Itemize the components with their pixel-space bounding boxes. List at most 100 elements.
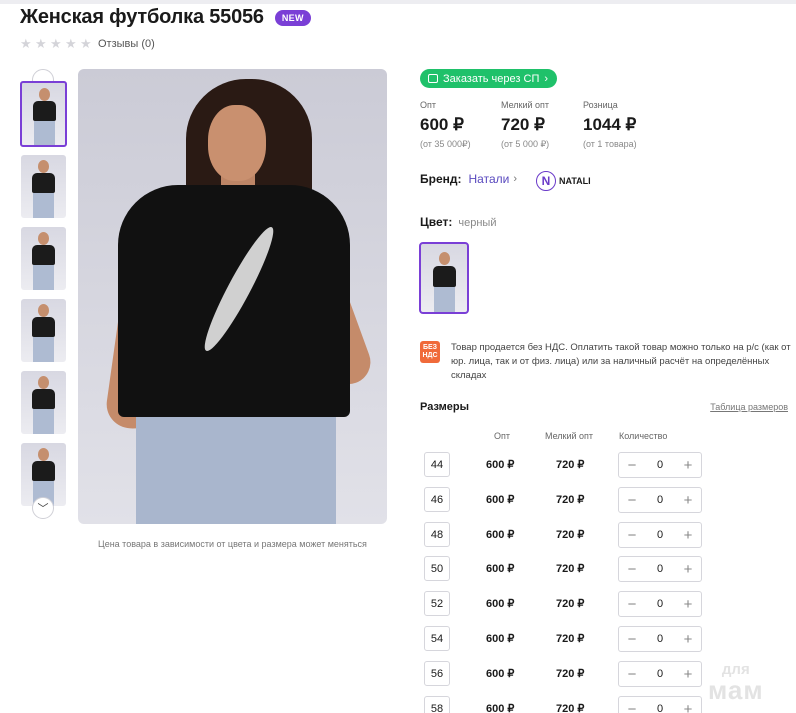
price-small-opt: Мелкий опт 720 ₽ (от 5 000 ₽) <box>501 100 549 150</box>
size-row: 50 600 ₽ 720 ₽ − 0 + <box>424 556 702 584</box>
plus-icon[interactable]: + <box>681 561 695 578</box>
quantity-value[interactable]: 0 <box>657 598 663 610</box>
price-condition: (от 35 000₽) <box>420 139 471 149</box>
color-row: Цвет: черный <box>420 215 496 229</box>
size-value[interactable]: 56 <box>424 661 450 686</box>
order-via-sp-button[interactable]: Заказать через СП › <box>420 69 558 88</box>
star-icon: ★ <box>65 36 77 51</box>
vat-notice: БЕЗ НДС Товар продается без НДС. Оплатит… <box>420 341 791 383</box>
color-label: Цвет: <box>420 215 453 229</box>
quantity-stepper: − 0 + <box>618 487 702 513</box>
minus-icon[interactable]: − <box>625 527 639 544</box>
main-product-photo[interactable] <box>78 69 387 524</box>
minus-icon[interactable]: − <box>625 596 639 613</box>
top-divider <box>0 0 796 4</box>
size-price-small-opt: 720 ₽ <box>556 529 585 541</box>
quantity-value[interactable]: 0 <box>657 529 663 541</box>
plus-icon[interactable]: + <box>681 596 695 613</box>
thumbnail-5[interactable] <box>21 371 66 434</box>
rating-row[interactable]: ★ ★ ★ ★ ★ Отзывы (0) <box>20 37 155 50</box>
vat-text: Товар продается без НДС. Оплатить такой … <box>451 342 791 381</box>
sizes-title: Размеры <box>420 401 470 413</box>
quantity-value[interactable]: 0 <box>657 703 663 713</box>
quantity-stepper: − 0 + <box>618 591 702 617</box>
quantity-value[interactable]: 0 <box>657 563 663 575</box>
size-row: 44 600 ₽ 720 ₽ − 0 + <box>424 452 702 480</box>
price-label: Розница <box>583 100 618 110</box>
thumbnail-3[interactable] <box>21 227 66 290</box>
thumbnail-4[interactable] <box>21 299 66 362</box>
quantity-stepper: − 0 + <box>618 556 702 582</box>
size-row: 48 600 ₽ 720 ₽ − 0 + <box>424 522 702 550</box>
size-value[interactable]: 54 <box>424 626 450 651</box>
size-chart-link[interactable]: Таблица размеров <box>710 402 788 412</box>
size-price-small-opt: 720 ₽ <box>556 459 585 471</box>
thumbnail-2[interactable] <box>21 155 66 218</box>
chevron-right-icon: › <box>544 72 549 85</box>
quantity-stepper: − 0 + <box>618 452 702 478</box>
price-condition: (от 5 000 ₽) <box>501 139 550 149</box>
minus-icon[interactable]: − <box>625 666 639 683</box>
size-price-opt: 600 ₽ <box>486 668 515 680</box>
brand-row: Бренд: Натали › <box>420 172 517 186</box>
size-value[interactable]: 58 <box>424 696 450 713</box>
size-price-opt: 600 ₽ <box>486 459 515 471</box>
quantity-stepper: − 0 + <box>618 696 702 713</box>
plus-icon[interactable]: + <box>681 457 695 474</box>
quantity-value[interactable]: 0 <box>657 494 663 506</box>
column-header-quantity: Количество <box>619 431 668 441</box>
size-price-opt: 600 ₽ <box>486 703 515 713</box>
size-value[interactable]: 46 <box>424 487 450 512</box>
brand-logo-icon: N <box>536 171 556 191</box>
brand-logo[interactable]: N NATALI <box>536 171 591 191</box>
size-value[interactable]: 50 <box>424 556 450 581</box>
star-icon: ★ <box>35 36 47 51</box>
plus-icon[interactable]: + <box>681 527 695 544</box>
size-value[interactable]: 44 <box>424 452 450 477</box>
color-value: черный <box>458 217 497 229</box>
thumbs-down-button[interactable]: ﹀ <box>32 497 54 519</box>
minus-icon[interactable]: − <box>625 701 639 713</box>
price-label: Опт <box>420 100 436 110</box>
chevron-right-icon: › <box>513 173 517 185</box>
size-price-opt: 600 ₽ <box>486 529 515 541</box>
quantity-value[interactable]: 0 <box>657 668 663 680</box>
quantity-value[interactable]: 0 <box>657 459 663 471</box>
brand-link[interactable]: Натали <box>469 172 510 186</box>
plus-icon[interactable]: + <box>681 666 695 683</box>
color-swatch-black[interactable] <box>419 242 469 314</box>
size-row: 58 600 ₽ 720 ₽ − 0 + <box>424 696 702 713</box>
minus-icon[interactable]: − <box>625 561 639 578</box>
price-value: 1044 ₽ <box>583 115 637 134</box>
minus-icon[interactable]: − <box>625 457 639 474</box>
size-price-opt: 600 ₽ <box>486 563 515 575</box>
plus-icon[interactable]: + <box>681 701 695 713</box>
minus-icon[interactable]: − <box>625 492 639 509</box>
minus-icon[interactable]: − <box>625 631 639 648</box>
plus-icon[interactable]: + <box>681 631 695 648</box>
size-price-small-opt: 720 ₽ <box>556 563 585 575</box>
column-header-opt: Опт <box>494 431 510 441</box>
brand-logo-text: NATALI <box>559 176 591 186</box>
size-row: 46 600 ₽ 720 ₽ − 0 + <box>424 487 702 515</box>
order-button-label: Заказать через СП <box>443 72 540 85</box>
product-title: Женская футболка 55056 <box>20 6 264 28</box>
quantity-value[interactable]: 0 <box>657 633 663 645</box>
size-price-small-opt: 720 ₽ <box>556 668 585 680</box>
chevron-down-icon: ﹀ <box>37 503 49 515</box>
size-price-small-opt: 720 ₽ <box>556 494 585 506</box>
star-icon: ★ <box>20 36 32 51</box>
size-price-opt: 600 ₽ <box>486 633 515 645</box>
thumbnail-1[interactable] <box>20 81 67 147</box>
size-price-small-opt: 720 ₽ <box>556 703 585 713</box>
size-price-opt: 600 ₽ <box>486 598 515 610</box>
price-condition: (от 1 товара) <box>583 139 637 149</box>
title-row: Женская футболка 55056 NEW <box>20 6 311 29</box>
size-row: 54 600 ₽ 720 ₽ − 0 + <box>424 626 702 654</box>
size-value[interactable]: 52 <box>424 591 450 616</box>
reviews-link[interactable]: Отзывы (0) <box>98 38 155 50</box>
size-value[interactable]: 48 <box>424 522 450 547</box>
sizes-header: Размеры Таблица размеров <box>420 401 788 413</box>
size-price-small-opt: 720 ₽ <box>556 598 585 610</box>
plus-icon[interactable]: + <box>681 492 695 509</box>
